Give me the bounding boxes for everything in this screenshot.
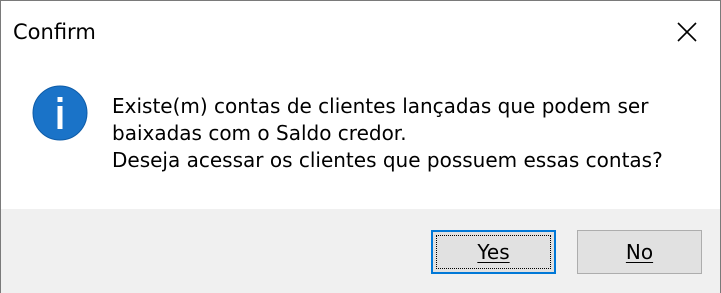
dialog-content: Existe(m) contas de clientes lançadas qu…: [1, 63, 720, 209]
yes-button-label: Yes: [477, 240, 510, 264]
dialog-title: Confirm: [13, 20, 96, 44]
message-line: baixadas com o Saldo credor.: [112, 121, 407, 145]
title-bar[interactable]: Confirm: [1, 1, 720, 63]
no-button[interactable]: No: [577, 230, 702, 274]
confirm-dialog: Confirm Existe(m) contas de clientes lan…: [0, 0, 721, 293]
no-button-label: No: [625, 240, 654, 264]
close-icon: [677, 22, 697, 42]
message-line: Deseja acessar os clientes que possuem e…: [112, 148, 663, 172]
message-line: Existe(m) contas de clientes lançadas qu…: [112, 94, 649, 118]
message-text: Existe(m) contas de clientes lançadas qu…: [112, 93, 712, 174]
yes-button[interactable]: Yes: [431, 230, 556, 274]
info-icon: [32, 85, 88, 141]
close-button[interactable]: [657, 9, 717, 55]
button-bar: Yes No: [1, 209, 720, 293]
